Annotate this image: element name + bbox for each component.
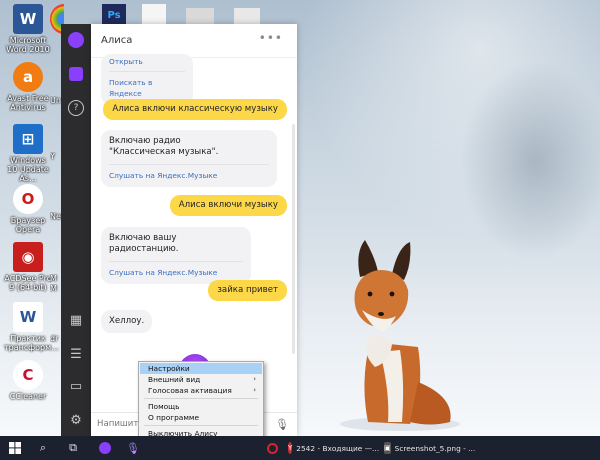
microphone-taskbar-icon[interactable]: 🎙 [122,438,144,458]
word-icon: W [13,4,43,34]
desktop-icon-label: Браузер Opera [10,216,46,234]
message-bubble-left: Включаю радио "Классическая музыка". Слу… [101,130,277,187]
menu-item-label: Голосовая активация [148,386,232,395]
desktop-icon-label: ACDSee Pro 9 (64-bit) [4,274,52,292]
desktop-icon-ccleaner[interactable]: C CCleaner [4,360,52,401]
panel-title: Алиса [101,35,133,46]
message-text: зайка привет [217,285,278,295]
menu-item-appearance[interactable]: Внешний вид › [140,374,262,385]
desktop-icon-label: Microsoft Word 2010 [6,36,50,54]
message-text: Включаю радио "Классическая музыка". [109,136,219,157]
message-input[interactable]: Напишите [97,419,144,429]
panel-header: Алиса ••• [91,24,297,58]
message-bubble-left: Открыть Поискать в Яндексе [101,54,193,105]
menu-item-voice-activation[interactable]: Голосовая активация › [140,385,262,396]
image-thumbnail-icon[interactable] [234,8,260,24]
menu-item-label: Настройки [148,364,190,373]
menu-item-about[interactable]: О программе [140,412,262,423]
desktop-icon-opera[interactable]: O Браузер Opera [4,184,52,234]
submenu-arrow-icon: › [253,386,256,394]
submenu-arrow-icon: › [253,375,256,383]
message-bubble-left: Хеллоу. [101,310,153,333]
listen-yandex-music-link[interactable]: Слушать на Яндекс.Музыке [109,261,243,278]
skills-icon[interactable]: ▦ [66,310,86,330]
store-icon[interactable] [66,64,86,84]
desktop-icon-word[interactable]: W Microsoft Word 2010 [4,4,52,54]
taskbar: ⌕ ⧉ 🎙 Y 2542 - Входящие —... ▣ Screensho… [0,436,600,460]
task-label: 2542 - Входящие —... [296,443,380,453]
search-icon[interactable]: ⌕ [32,438,54,458]
desktop-icon-label: Avast Free Antivirus [7,94,49,112]
help-icon[interactable]: ? [66,98,86,118]
microphone-icon[interactable]: 🎙 [275,418,289,431]
message-bubble-left: Включаю вашу радиостанцию. Слушать на Ян… [101,227,251,284]
open-link[interactable]: Открыть [109,56,185,67]
desktop-icon-avast[interactable]: a Avast Free Antivirus [4,62,52,112]
menu-item-label: О программе [148,413,200,422]
image-thumbnail-icon[interactable] [186,8,214,24]
opera-taskbar-icon[interactable] [262,438,282,458]
menu-item-help[interactable]: Помощь [140,401,262,412]
more-icon[interactable]: ••• [259,31,283,45]
menu-item-label: Внешний вид [148,375,201,384]
windows-start-icon [9,442,21,454]
word-document-icon: W [13,302,43,332]
task-view-icon[interactable]: ⧉ [62,438,84,458]
desktop-icon-acdsee[interactable]: ◉ ACDSee Pro 9 (64-bit) [4,242,52,292]
alice-taskbar-icon[interactable] [94,438,116,458]
message-bubble-right: зайка привет [208,280,287,301]
desktop-icon-label: Практик трансформ... [4,334,59,352]
wallpaper-shadow [460,60,600,260]
message-bubble-right: Алиса включи музыку [169,195,287,216]
photoshop-icon[interactable]: Ps [102,4,126,26]
message-text: Включаю вашу радиостанцию. [109,233,179,254]
task-label: Screenshot_5.png - ... [394,443,476,453]
taskbar-task-screenshot[interactable]: ▣ Screenshot_5.png - ... [384,438,476,458]
listen-yandex-music-link[interactable]: Слушать на Яндекс.Музыке [109,164,269,181]
alice-sidebar: ? ▦ ☰ ▭ ⚙ [61,24,91,436]
message-text: Алиса включи музыку [178,200,278,210]
menu-item-settings[interactable]: Настройки [140,363,262,374]
opera-icon: O [13,184,43,214]
menu-icon[interactable]: ☰ [66,344,86,364]
windows-icon: ⊞ [13,124,43,154]
desktop-icon-label: CCleaner [9,392,47,401]
menu-separator [144,398,258,399]
avast-icon: a [13,62,43,92]
alice-logo-icon[interactable] [66,30,86,50]
chat-scrollbar[interactable] [292,124,295,354]
message-text: Алиса включи классическую музыку [112,104,278,114]
search-yandex-link[interactable]: Поискать в Яндексе [109,71,185,99]
taskbar-task-yandex-mail[interactable]: Y 2542 - Входящие —... [288,438,380,458]
image-viewer-icon: ▣ [384,442,391,454]
yandex-browser-icon: Y [288,442,293,454]
desktop-icon-windows-update[interactable]: ⊞ Windows 10 Update As... [4,124,52,183]
desktop-icon-word-document[interactable]: W Практик трансформ... [4,302,59,352]
start-button[interactable] [4,438,26,458]
document-thumbnail-icon[interactable] [142,4,166,24]
message-bubble-right: Алиса включи классическую музыку [103,99,287,120]
menu-item-label: Помощь [148,402,180,411]
fox-wallpaper-image [340,240,460,431]
message-text: Хеллоу. [109,316,145,326]
ccleaner-icon: C [13,360,43,390]
desktop-icon-label: Windows 10 Update As... [7,156,49,183]
menu-separator [144,425,258,426]
acdsee-icon: ◉ [13,242,43,272]
settings-icon[interactable]: ⚙ [66,410,86,430]
folder-icon[interactable]: ▭ [66,376,86,396]
